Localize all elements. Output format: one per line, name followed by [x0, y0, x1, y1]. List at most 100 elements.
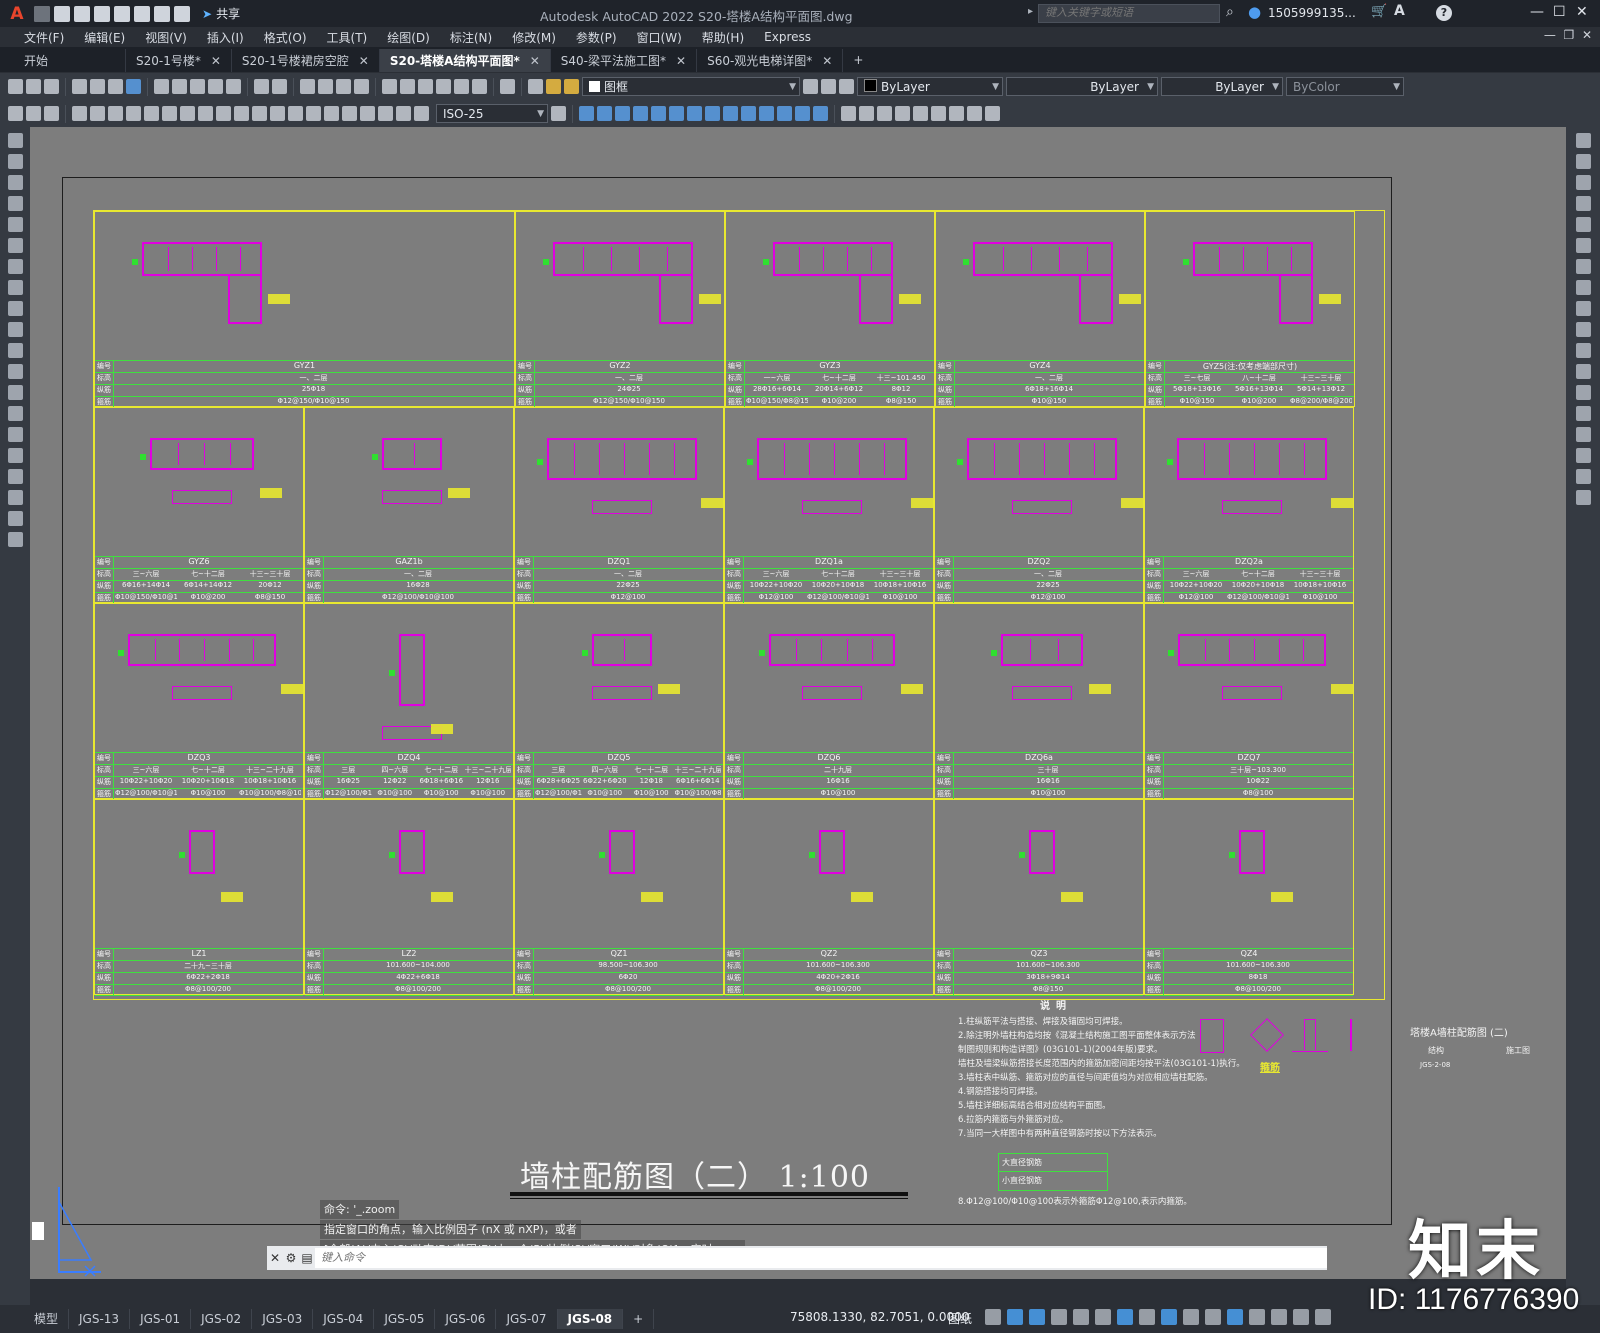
redo-icon[interactable] — [272, 79, 287, 94]
menu-item[interactable]: 帮助(H) — [692, 29, 754, 46]
file-tab[interactable]: S20-塔楼A结构平面图* ✕ — [379, 49, 551, 72]
close-icon[interactable]: ✕ — [267, 1251, 283, 1265]
make-block-icon[interactable] — [7, 385, 23, 400]
sweep-icon[interactable] — [777, 106, 792, 121]
layer-on-icon[interactable] — [546, 79, 561, 94]
search-expand-icon[interactable]: ▸ — [1028, 6, 1033, 17]
save-icon[interactable] — [44, 79, 59, 94]
aligned-dimension-icon[interactable] — [90, 106, 105, 121]
lineweight-dropdown[interactable]: ByLayer ▼ — [1161, 77, 1283, 96]
plot-icon[interactable] — [72, 79, 87, 94]
file-tab[interactable]: S20-1号楼裙房空腔 ✕ — [232, 49, 380, 72]
wrench-icon[interactable]: ⚙ — [283, 1251, 299, 1265]
a360-icon[interactable]: A — [1394, 3, 1405, 19]
grid-icon[interactable] — [985, 1309, 1001, 1325]
trim-icon[interactable] — [1575, 322, 1591, 337]
ortho-icon[interactable] — [1029, 1309, 1045, 1325]
plotstyle-dropdown[interactable]: ByColor ▼ — [1286, 77, 1404, 96]
layout-tab[interactable]: JGS-02 — [191, 1309, 253, 1329]
linear-dimension-icon[interactable] — [72, 106, 87, 121]
quickcalc-icon[interactable] — [472, 79, 487, 94]
color-dropdown[interactable]: ByLayer ▼ — [857, 77, 1003, 96]
paste-icon[interactable] — [190, 79, 205, 94]
mtext-icon[interactable] — [7, 511, 23, 526]
planar-surface-icon[interactable] — [705, 106, 720, 121]
block-editor-icon[interactable] — [226, 79, 241, 94]
move-icon[interactable] — [1575, 238, 1591, 253]
menu-item[interactable]: Express — [754, 30, 821, 44]
torus-icon[interactable] — [669, 106, 684, 121]
continue-dimension-icon[interactable] — [252, 106, 267, 121]
selection-cycling-icon[interactable] — [1183, 1309, 1199, 1325]
array-icon[interactable] — [1575, 217, 1591, 232]
region-icon[interactable] — [7, 469, 23, 484]
stretch-icon[interactable] — [1575, 301, 1591, 316]
close-tab-icon[interactable]: ✕ — [676, 54, 686, 68]
cart-icon[interactable]: 🛒 — [1371, 4, 1387, 19]
layout-tab[interactable]: JGS-01 — [130, 1309, 192, 1329]
3d-dwf-icon[interactable] — [126, 79, 141, 94]
match-properties-icon[interactable] — [208, 79, 223, 94]
markup-icon[interactable] — [454, 79, 469, 94]
quick-dimension-icon[interactable] — [216, 106, 231, 121]
polyline-icon[interactable] — [7, 175, 23, 190]
ellipse-arc-icon[interactable] — [7, 343, 23, 358]
layer-previous-icon[interactable] — [821, 79, 836, 94]
file-tab[interactable]: 开始 — [14, 49, 126, 72]
erase-icon[interactable] — [1575, 133, 1591, 148]
share-button[interactable]: ➤ 共享 — [202, 5, 240, 22]
join-icon[interactable] — [1575, 406, 1591, 421]
save-as-icon[interactable] — [94, 5, 110, 22]
close-tab-icon[interactable]: ✕ — [211, 54, 221, 68]
polygon-icon[interactable] — [7, 196, 23, 211]
gradient-icon[interactable] — [7, 448, 23, 463]
blend-curves-icon[interactable] — [1575, 469, 1591, 484]
arc-length-icon[interactable] — [108, 106, 123, 121]
menu-item[interactable]: 绘图(D) — [377, 29, 440, 46]
sphere-icon[interactable] — [633, 106, 648, 121]
menu-item[interactable]: 标注(N) — [440, 29, 502, 46]
plot-icon[interactable] — [154, 5, 170, 22]
hatch-back-icon[interactable] — [44, 106, 59, 121]
slice-icon[interactable] — [895, 106, 910, 121]
layout-tab[interactable]: JGS-07 — [496, 1309, 558, 1329]
menu-item[interactable]: 编辑(E) — [74, 29, 135, 46]
loft-icon[interactable] — [813, 106, 828, 121]
table-icon[interactable] — [7, 490, 23, 505]
break-icon[interactable] — [1575, 385, 1591, 400]
dimstyle-dropdown[interactable]: ISO-25 ▼ — [436, 104, 548, 123]
properties-icon[interactable] — [382, 79, 397, 94]
selection-filter-icon[interactable] — [1249, 1309, 1265, 1325]
tolerance-icon[interactable] — [306, 106, 321, 121]
menu-item[interactable]: 窗口(W) — [627, 29, 692, 46]
close-tab-icon[interactable]: ✕ — [359, 54, 369, 68]
layer-state-icon[interactable] — [839, 79, 854, 94]
ellipse-icon[interactable] — [7, 322, 23, 337]
search-icon[interactable]: ⌕ — [1226, 4, 1234, 20]
pan-icon[interactable] — [300, 79, 315, 94]
jogged-linear-icon[interactable] — [360, 106, 375, 121]
scale-icon[interactable] — [1575, 280, 1591, 295]
subtract-icon[interactable] — [859, 106, 874, 121]
text-front-icon[interactable] — [26, 106, 41, 121]
rotate-icon[interactable] — [1575, 259, 1591, 274]
spline-icon[interactable] — [7, 301, 23, 316]
close-tab-icon[interactable]: ✕ — [822, 54, 832, 68]
intersect-icon[interactable] — [877, 106, 892, 121]
union-icon[interactable] — [841, 106, 856, 121]
dimension-update-icon[interactable] — [414, 106, 429, 121]
draw-order-icon[interactable] — [8, 106, 23, 121]
imprint-icon[interactable] — [949, 106, 964, 121]
layout-tab[interactable]: JGS-04 — [313, 1309, 375, 1329]
insert-block-icon[interactable] — [7, 364, 23, 379]
snap-icon[interactable] — [1007, 1309, 1023, 1325]
diameter-dimension-icon[interactable] — [180, 106, 195, 121]
dynamic-ucs-icon[interactable] — [1227, 1309, 1243, 1325]
dimension-edit-icon[interactable] — [378, 106, 393, 121]
linetype-dropdown[interactable]: ByLayer ▼ — [1006, 77, 1158, 96]
zoom-realtime-icon[interactable] — [318, 79, 333, 94]
close-window-icon[interactable]: ✕ — [1576, 4, 1588, 20]
interfere-icon[interactable] — [931, 106, 946, 121]
layout-tab[interactable]: JGS-06 — [435, 1309, 497, 1329]
menu-item[interactable]: 视图(V) — [135, 29, 197, 46]
